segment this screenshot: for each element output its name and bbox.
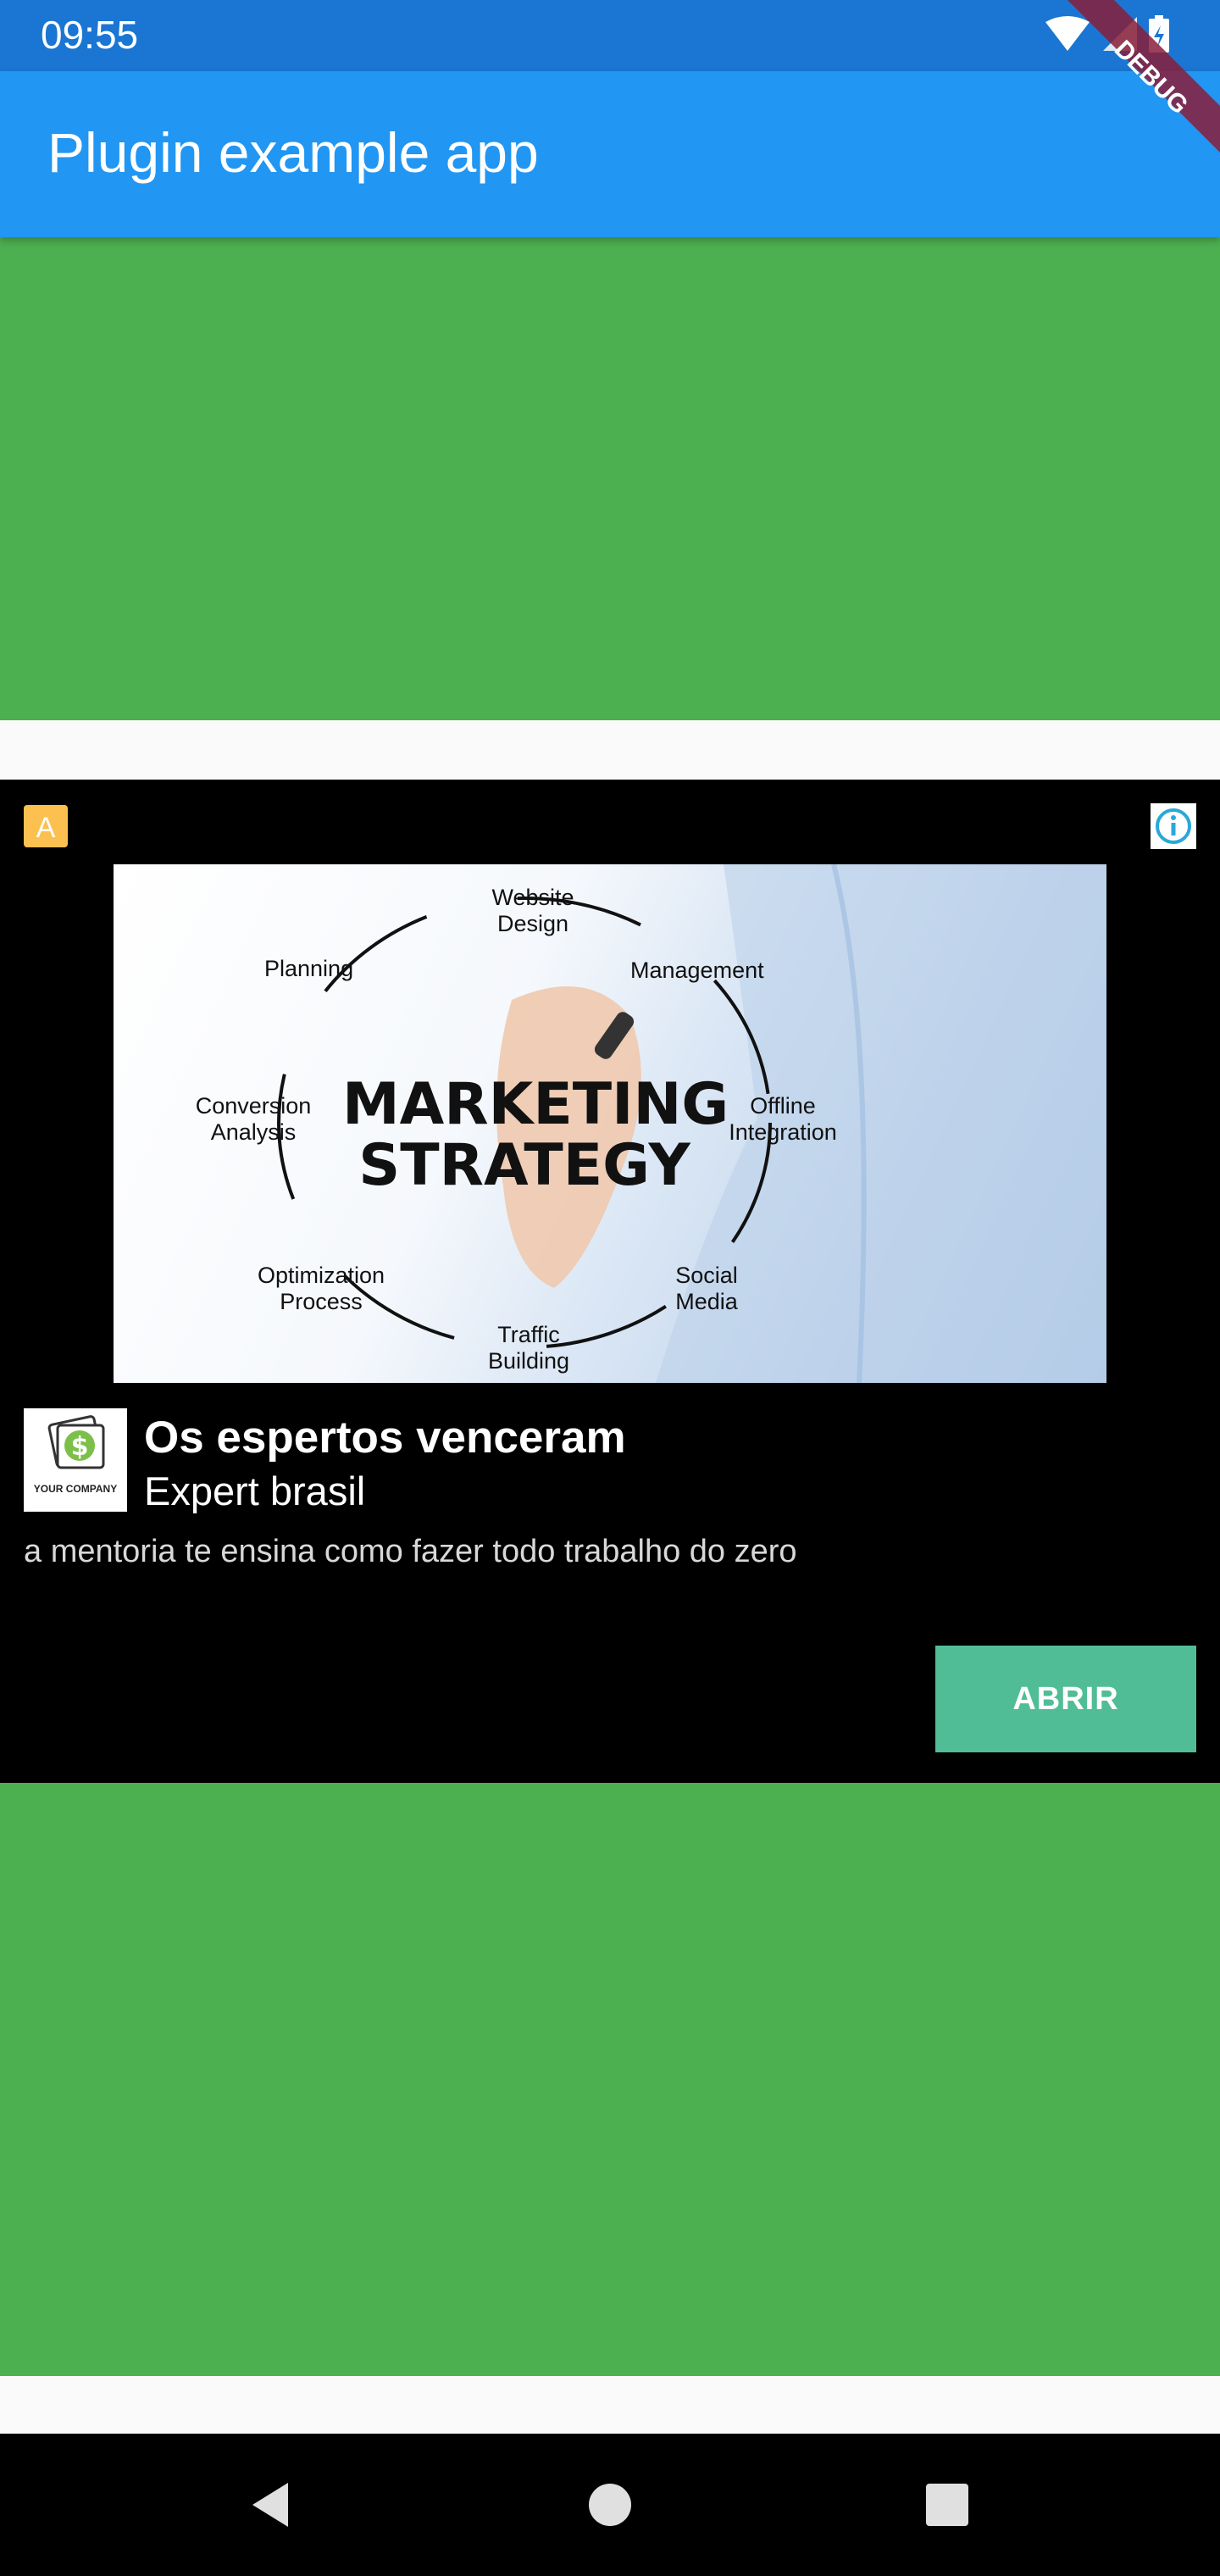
cell-signal-icon [1103,17,1137,51]
ad-advertiser-logo[interactable]: $ YOUR COMPANY [24,1408,127,1512]
status-icons [1045,15,1169,53]
navigation-bar [0,2434,1220,2576]
diagram-center-text: MARKETING STRATEGY [342,1071,729,1199]
ad-advertiser: Expert brasil [144,1468,366,1513]
diagram-node-offline-integration: Offline Integration [729,1093,837,1145]
status-time: 09:55 [41,13,139,57]
ad-headline[interactable]: Os espertos venceram [144,1412,626,1463]
ad-cta-button[interactable]: ABRIR [935,1646,1196,1752]
nav-recents-icon[interactable] [920,2478,974,2532]
diagram-node-website-design: Website Design [491,885,574,936]
svg-text:$: $ [71,1432,89,1462]
ad-choices-info-icon[interactable] [1151,803,1196,849]
app-bar: Plugin example app [0,71,1220,237]
native-ad[interactable]: A MARKETING STRATEGY Website Design Mana… [0,780,1220,1783]
app-bar-title: Plugin example app [47,121,539,184]
ad-media-image[interactable]: MARKETING STRATEGY Website Design Manage… [114,864,1106,1383]
ad-body-text: a mentoria te ensina como fazer todo tra… [24,1534,797,1569]
diagram-node-optimization-process: Optimization Process [257,1263,385,1314]
dollar-icon: $ [47,1415,105,1469]
diagram-node-planning: Planning [264,956,354,981]
diagram-node-management: Management [630,958,764,983]
diagram-node-conversion-analysis: Conversion Analysis [195,1093,312,1145]
wifi-icon [1045,16,1090,51]
ad-badge: A [24,805,68,847]
nav-home-icon[interactable] [583,2478,637,2532]
battery-charging-icon [1149,15,1169,53]
status-bar: 09:55 [0,0,1220,71]
nav-back-icon[interactable] [244,2478,298,2532]
ad-logo-text: YOUR COMPANY [33,1483,118,1495]
diagram-node-traffic-building: Traffic Building [487,1322,570,1374]
green-container-bottom [0,1783,1220,2376]
green-container-top [0,237,1220,720]
diagram-node-social-media: Social Media [675,1263,738,1314]
